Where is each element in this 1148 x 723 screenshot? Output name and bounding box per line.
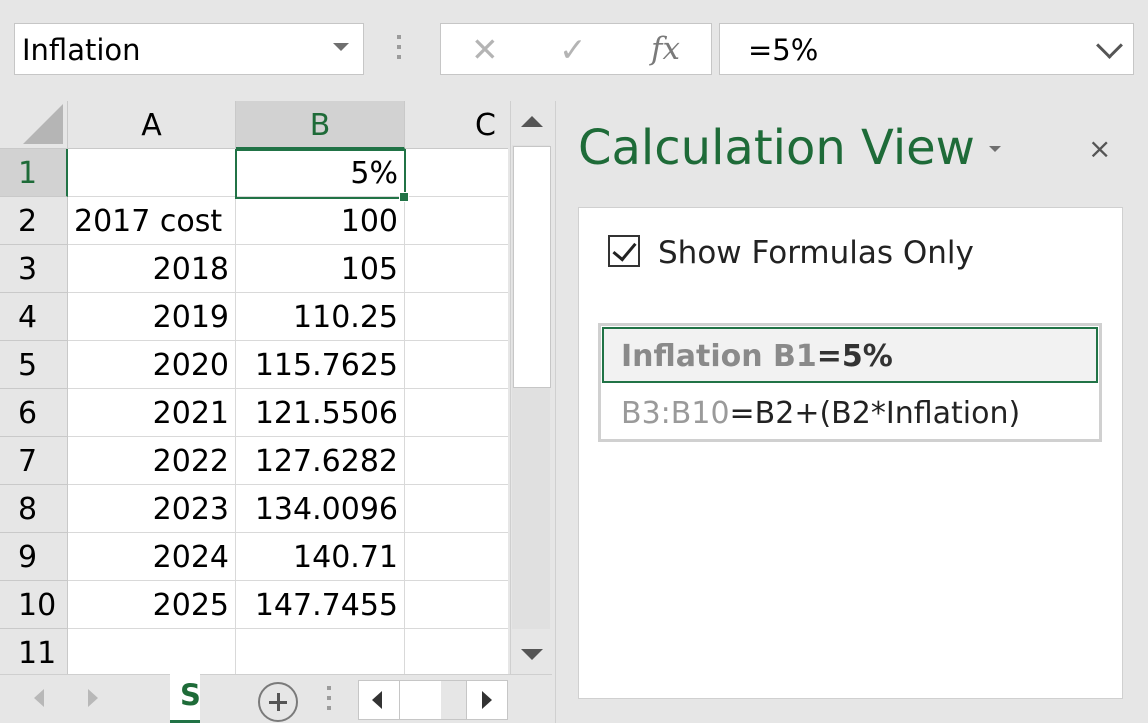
scroll-down-icon[interactable] [521, 649, 543, 660]
cell-b6[interactable]: 121.5506 [236, 389, 405, 437]
cell-c9[interactable] [405, 533, 508, 581]
row-header[interactable]: 11 [0, 629, 68, 674]
cell-b8[interactable]: 134.0096 [236, 485, 405, 533]
expand-formula-bar-icon[interactable] [1096, 32, 1123, 59]
formula-input[interactable]: =5% [719, 23, 1134, 75]
row-header[interactable]: 5 [0, 341, 68, 389]
cell-b4[interactable]: 110.25 [236, 293, 405, 341]
row-header[interactable]: 8 [0, 485, 68, 533]
enter-icon[interactable]: ✓ [559, 30, 587, 69]
scroll-right-button[interactable] [466, 681, 507, 719]
cell-b3[interactable]: 105 [236, 245, 405, 293]
row-header[interactable]: 6 [0, 389, 68, 437]
checkbox-label[interactable]: Show Formulas Only [658, 235, 974, 271]
cell-a2[interactable]: 2017 cost [68, 197, 236, 245]
row-header[interactable]: 7 [0, 437, 68, 485]
cell-a10[interactable]: 2025 [68, 581, 236, 629]
row-header[interactable]: 10 [0, 581, 68, 629]
cell-c1[interactable] [405, 149, 508, 197]
new-sheet-button[interactable] [258, 682, 298, 722]
cancel-icon[interactable]: ✕ [471, 30, 499, 69]
fill-handle[interactable] [399, 192, 409, 202]
cell-b9[interactable]: 140.71 [236, 533, 405, 581]
cell-a1[interactable] [68, 149, 236, 197]
cell-b7[interactable]: 127.6282 [236, 437, 405, 485]
cell-b5[interactable]: 115.7625 [236, 341, 405, 389]
cell-c10[interactable] [405, 581, 508, 629]
cell-a11[interactable] [68, 629, 236, 674]
active-cell-border [235, 149, 409, 202]
horizontal-scrollbar[interactable] [358, 680, 508, 720]
cell-a8[interactable]: 2023 [68, 485, 236, 533]
cell-b2[interactable]: 100 [236, 197, 405, 245]
column-header-c[interactable]: C [405, 101, 508, 149]
cell-a6[interactable]: 2021 [68, 389, 236, 437]
column-header-a[interactable]: A [68, 101, 236, 149]
cell-a7[interactable]: 2022 [68, 437, 236, 485]
insert-function-icon[interactable]: fx [651, 31, 680, 67]
formula-ref: Inflation B1 [621, 339, 817, 374]
tab-splitter-icon[interactable] [326, 686, 332, 720]
row-header[interactable]: 3 [0, 245, 68, 293]
cell-b11[interactable] [236, 629, 405, 674]
row-header[interactable]: 1 [0, 149, 68, 197]
scroll-track[interactable] [441, 681, 467, 719]
select-all-icon [23, 104, 63, 144]
column-header-b[interactable]: B [236, 101, 405, 149]
pane-content [578, 207, 1123, 699]
next-sheet-icon[interactable] [88, 689, 98, 707]
show-formulas-only-checkbox[interactable] [608, 235, 640, 267]
drag-handle-icon[interactable] [395, 35, 403, 65]
cell-c2[interactable] [405, 197, 508, 245]
cell-c3[interactable] [405, 245, 508, 293]
formula-list-item-selected[interactable]: Inflation B1=5% [602, 327, 1098, 383]
close-icon[interactable]: × [1088, 132, 1111, 165]
scroll-right-icon [482, 691, 492, 709]
cell-c8[interactable] [405, 485, 508, 533]
formula-value: =5% [748, 33, 819, 67]
row-header[interactable]: 9 [0, 533, 68, 581]
chevron-down-icon[interactable] [333, 43, 349, 51]
scroll-left-button[interactable] [359, 681, 400, 719]
cell-c11[interactable] [405, 629, 508, 674]
cell-a5[interactable]: 2020 [68, 341, 236, 389]
vertical-scrollbar[interactable] [510, 101, 552, 674]
sheet-tab-active[interactable]: S [170, 674, 200, 723]
formula-ref: B3:B10 [621, 396, 730, 431]
name-box[interactable]: Inflation [14, 23, 364, 75]
formula-expr: =5% [816, 339, 893, 374]
formula-buttons: ✕ ✓ fx [440, 23, 712, 75]
checkmark-icon [612, 236, 637, 262]
cell-a9[interactable]: 2024 [68, 533, 236, 581]
cell-c7[interactable] [405, 437, 508, 485]
sheet-tab-label: S [180, 678, 200, 712]
scroll-up-icon[interactable] [521, 116, 543, 127]
cell-b10[interactable]: 147.7455 [236, 581, 405, 629]
row-header[interactable]: 2 [0, 197, 68, 245]
formula-expr: =B2+(B2*Inflation) [729, 396, 1021, 431]
name-box-value: Inflation [22, 33, 141, 67]
cell-c4[interactable] [405, 293, 508, 341]
pane-options-icon[interactable] [989, 146, 1001, 152]
cell-c6[interactable] [405, 389, 508, 437]
select-all-button[interactable] [0, 101, 68, 149]
cell-a3[interactable]: 2018 [68, 245, 236, 293]
cell-a4[interactable]: 2019 [68, 293, 236, 341]
scroll-thumb[interactable] [513, 146, 551, 388]
pane-title: Calculation View [578, 120, 975, 176]
previous-sheet-icon[interactable] [34, 689, 44, 707]
plus-icon [277, 693, 280, 711]
cell-c5[interactable] [405, 341, 508, 389]
row-header[interactable]: 4 [0, 293, 68, 341]
spreadsheet-grid[interactable]: A B C 1 5% 2 2017 cost 100 3 2018 105 4 … [0, 101, 508, 674]
scroll-left-icon [372, 691, 382, 709]
formula-list-item[interactable]: B3:B10=B2+(B2*Inflation) [602, 388, 1098, 438]
